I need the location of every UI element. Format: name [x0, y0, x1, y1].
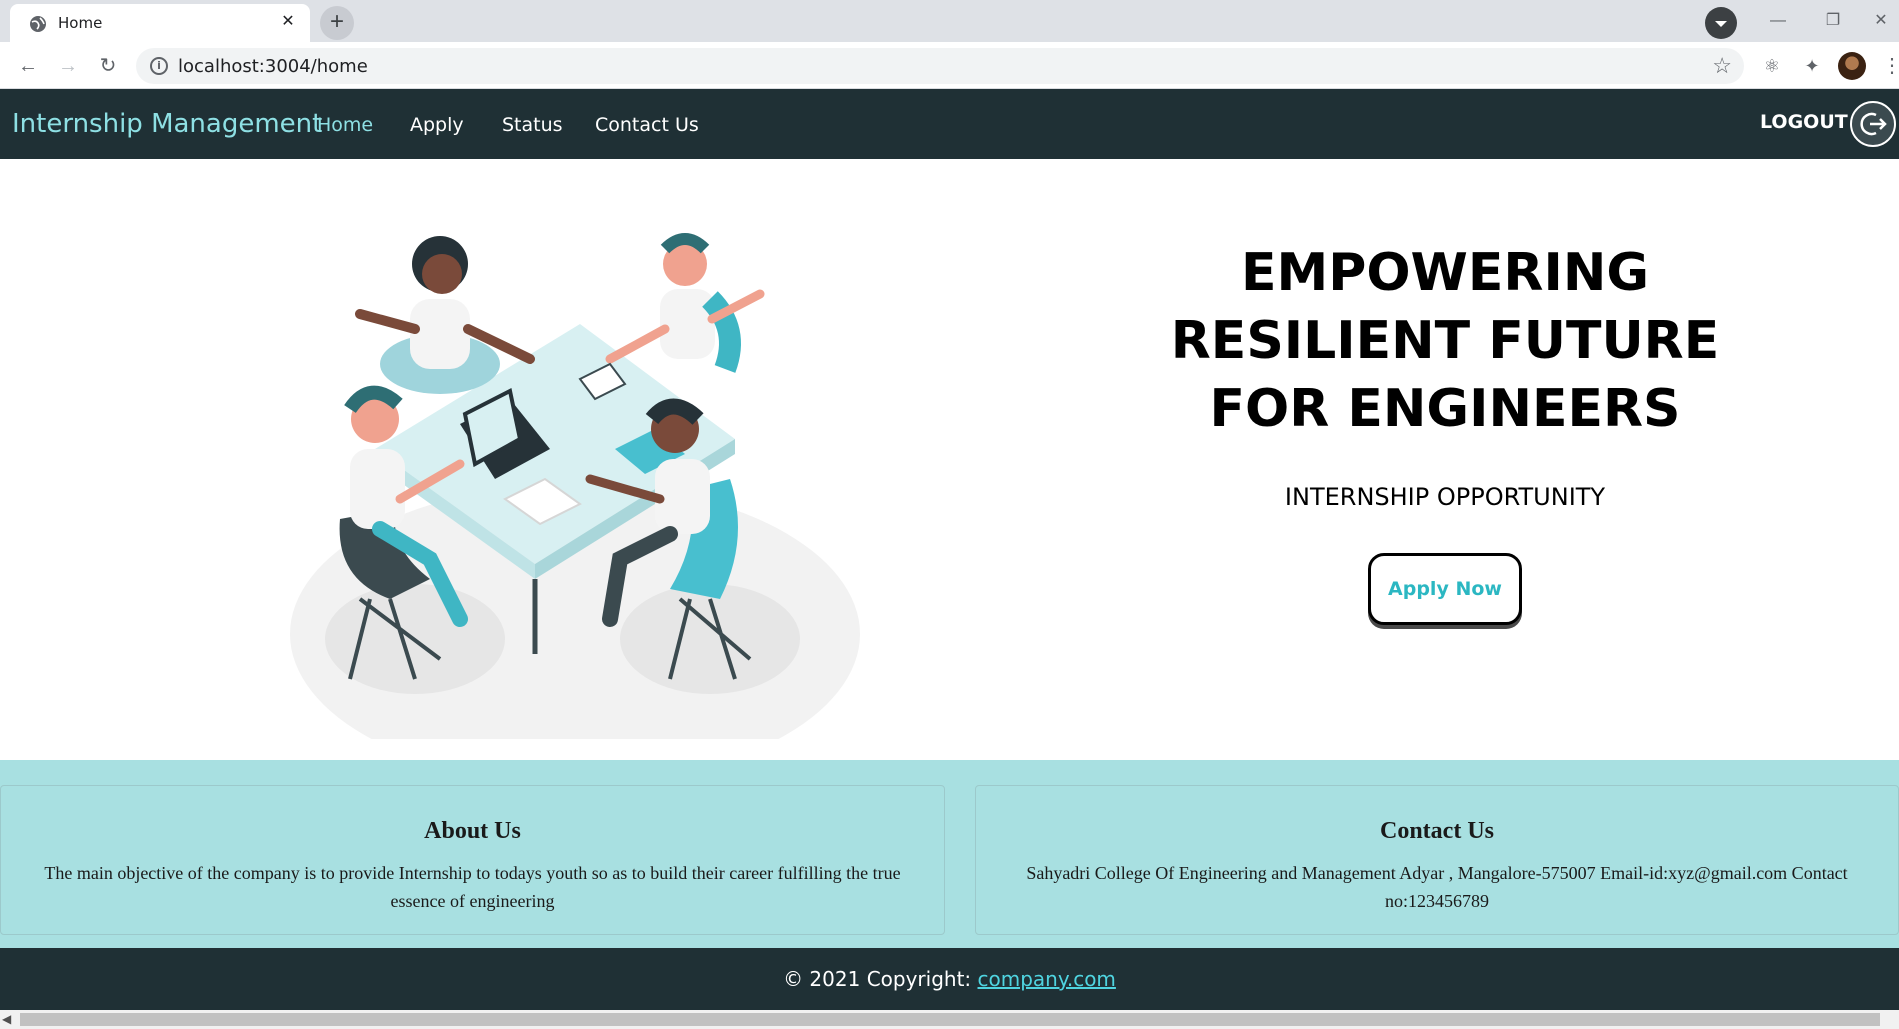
react-devtools-extension-icon[interactable]: ⚛	[1760, 54, 1784, 78]
page-footer: © 2021 Copyright: company.com	[0, 948, 1899, 1010]
contact-us-title: Contact Us	[1380, 818, 1494, 844]
team-meeting-illustration	[290, 233, 860, 739]
bookmark-star-icon[interactable]: ☆	[1712, 53, 1732, 79]
apply-now-button[interactable]: Apply Now	[1368, 553, 1522, 625]
restore-button[interactable]: ❐	[1818, 8, 1848, 34]
url-text[interactable]: localhost:3004/home	[178, 56, 368, 77]
browser-toolbar: ← → ↻ i localhost:3004/home ☆ ⚛ ✦ ⋮	[0, 42, 1899, 89]
hero-title-line: FOR ENGINEERS	[1209, 379, 1681, 439]
browser-tab-strip: Home ✕ + — ❐ ✕	[0, 0, 1899, 42]
company-link[interactable]: company.com	[978, 967, 1116, 991]
hero-title-line: RESILIENT FUTURE	[1170, 311, 1720, 371]
info-band: About Us The main objective of the compa…	[0, 760, 1899, 948]
tab-close-icon[interactable]: ✕	[278, 12, 298, 32]
about-us-title: About Us	[424, 818, 521, 844]
hero-title: EMPOWERING RESILIENT FUTURE FOR ENGINEER…	[1150, 239, 1740, 443]
browser-menu-icon[interactable]: ⋮	[1882, 52, 1899, 80]
address-bar[interactable]: i localhost:3004/home ☆	[136, 48, 1744, 84]
copyright-text: © 2021 Copyright:	[783, 967, 978, 991]
site-info-icon[interactable]: i	[150, 57, 168, 75]
close-window-button[interactable]: ✕	[1866, 8, 1896, 34]
contact-us-text: Sahyadri College Of Engineering and Mana…	[1026, 863, 1848, 911]
globe-icon	[30, 16, 46, 32]
hero-title-line: EMPOWERING	[1240, 243, 1650, 303]
hero-subtitle: INTERNSHIP OPPORTUNITY	[1284, 483, 1606, 511]
scrollbar-thumb[interactable]	[20, 1013, 1880, 1026]
nav-link-status[interactable]: Status	[502, 114, 563, 136]
hero-section: EMPOWERING RESILIENT FUTURE FOR ENGINEER…	[0, 159, 1899, 760]
reload-icon[interactable]: ↻	[94, 52, 122, 80]
nav-link-apply[interactable]: Apply	[410, 114, 464, 136]
brand-title[interactable]: Internship Management	[12, 109, 322, 139]
tab-title: Home	[58, 14, 103, 32]
back-arrow-icon[interactable]: ←	[14, 52, 42, 80]
scroll-left-icon[interactable]: ◀	[2, 1012, 11, 1026]
forward-arrow-icon[interactable]: →	[54, 52, 82, 80]
horizontal-scrollbar[interactable]: ◀	[0, 1010, 1899, 1029]
about-us-text: The main objective of the company is to …	[44, 863, 901, 911]
profile-avatar[interactable]	[1838, 52, 1866, 80]
new-tab-button[interactable]: +	[320, 6, 354, 40]
app-navbar: Internship Management Home Apply Status …	[0, 89, 1899, 159]
hero-text-block: EMPOWERING RESILIENT FUTURE FOR ENGINEER…	[1150, 239, 1740, 625]
contact-us-card: Contact Us Sahyadri College Of Engineeri…	[975, 785, 1899, 935]
nav-link-home[interactable]: Home	[317, 114, 373, 136]
logout-icon[interactable]	[1850, 101, 1896, 147]
extensions-puzzle-icon[interactable]: ✦	[1800, 54, 1824, 78]
about-us-card: About Us The main objective of the compa…	[0, 785, 945, 935]
nav-link-contact[interactable]: Contact Us	[595, 114, 699, 136]
minimize-button[interactable]: —	[1763, 8, 1793, 34]
browser-tab-home[interactable]: Home ✕	[10, 4, 310, 42]
logout-button[interactable]: LOGOUT	[1760, 111, 1848, 133]
tab-search-icon[interactable]	[1705, 7, 1737, 39]
